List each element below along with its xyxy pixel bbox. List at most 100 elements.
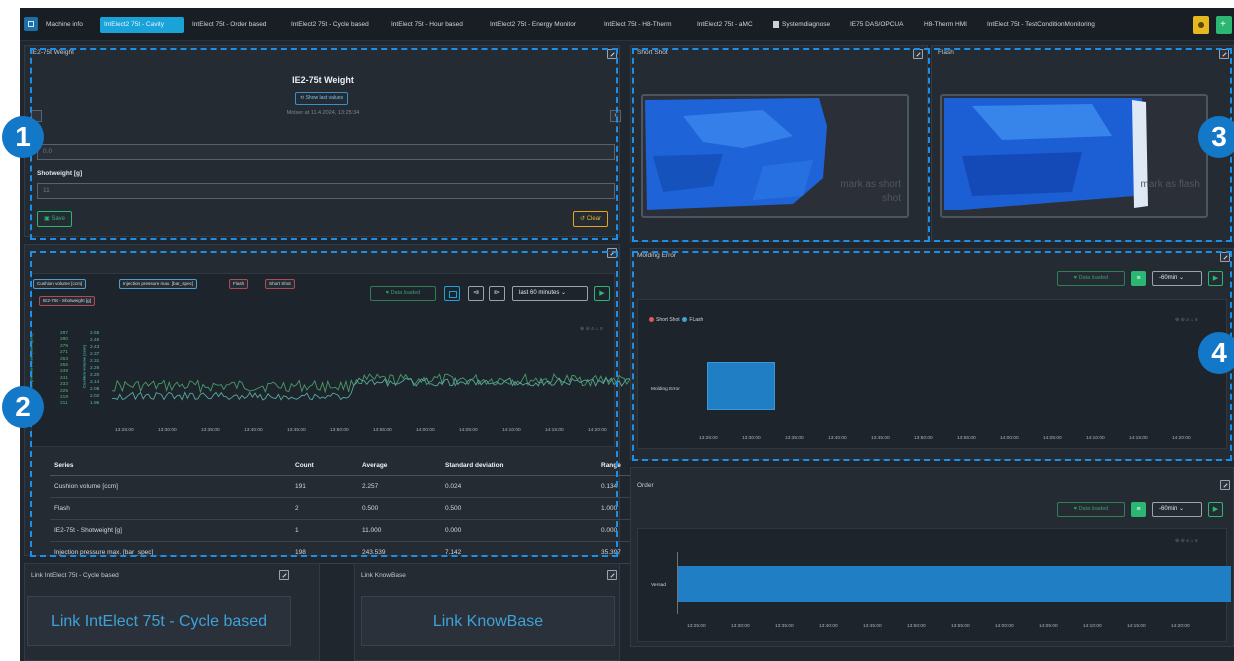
next-entry-button[interactable]: › (610, 110, 621, 122)
molding-list-button[interactable]: ≡ (1131, 271, 1146, 286)
user-button[interactable] (1193, 16, 1209, 34)
step-forward-button[interactable]: ⧐ (489, 286, 505, 301)
chip-flash[interactable]: Flash (229, 279, 249, 289)
home-icon[interactable]: ⌂ (595, 326, 598, 332)
expand-icon[interactable] (279, 570, 289, 580)
axis-tick-label: 13:25:00 (687, 624, 706, 629)
axis-tick-label: 2.46 (90, 338, 100, 343)
molding-play-button[interactable]: ▶ (1208, 271, 1223, 286)
cell: 198 (291, 541, 358, 564)
show-last-values-button[interactable]: ⟲ Show last values (295, 92, 349, 105)
tab-systemdiagnose[interactable]: Systemdiagnose (770, 17, 834, 33)
chip-shotweight[interactable]: IE2-75t - Shotweight [g] (39, 296, 96, 306)
cell: 243.539 (358, 541, 441, 564)
molding-data-loaded-button[interactable]: ♥ Data loaded (1057, 271, 1125, 286)
show-last-values-label: Show last values (305, 95, 344, 101)
cell: Cushion volume [ccm] (50, 475, 291, 498)
field-1-input[interactable]: 0.0 (37, 144, 615, 160)
axis-tick-label: 14:15:00 (545, 428, 564, 433)
order-range-select[interactable]: -60min ⌄ (1152, 502, 1202, 517)
expand-icon[interactable] (1220, 480, 1230, 490)
axis-tick-label: 14:20:00 (1171, 624, 1190, 629)
tab-order-based[interactable]: IntElect 75t - Order based (188, 17, 270, 33)
axis-tick-label: 13:45:00 (287, 428, 306, 433)
expand-icon[interactable] (607, 248, 617, 258)
axis-tick-label: 233 (60, 382, 69, 388)
panel-title: Link KnowBase (361, 572, 406, 579)
undo-icon: ↺ (580, 216, 587, 222)
tab-h8-therm[interactable]: IntElect 75t - H8-Therm (600, 17, 676, 33)
tab-amc[interactable]: IntElect2 75t - aMC (693, 17, 757, 33)
shotweight-input[interactable]: 11 (37, 183, 615, 199)
time-range-select[interactable]: last 60 minutes ⌄ (512, 286, 588, 301)
callout-badge-4: 4 (1198, 332, 1234, 374)
calendar-button[interactable] (444, 286, 460, 301)
expand-icon[interactable] (1220, 252, 1230, 262)
order-list-button[interactable]: ≡ (1131, 502, 1146, 517)
chip-short-shot[interactable]: Short Shot (265, 279, 295, 289)
save-button[interactable]: ▣ Save (37, 211, 73, 227)
link-cycle-based[interactable]: Link IntElect 75t - Cycle based (27, 596, 291, 646)
search-icon[interactable]: ⌕ (591, 326, 594, 332)
cell: 0.000 (441, 519, 597, 542)
expand-icon[interactable] (607, 49, 617, 59)
legend-item-short-shot[interactable]: Short Shot (649, 317, 680, 323)
chip-cushion-volume[interactable]: Cushion volume [ccm] (33, 279, 87, 289)
axis-tick-label: 14:10:00 (1086, 436, 1105, 441)
order-data-loaded-button[interactable]: ♥ Data loaded (1057, 502, 1125, 517)
molding-chart-toolbar: ⊕ ⊖ ⌕ ⌂ ≡ (1175, 317, 1198, 323)
axis-tick-label: 13:40:00 (244, 428, 263, 433)
expand-icon[interactable] (1219, 49, 1229, 59)
tab-cavity[interactable]: IntElect2 75t - Cavity (100, 17, 184, 33)
table-row: Injection pressure max. [bar_spec] 198 243… (50, 541, 633, 564)
menu-icon[interactable]: ≡ (600, 326, 603, 332)
home-icon[interactable]: ⌂ (1190, 538, 1193, 544)
tab-machine-info[interactable]: Machine info (42, 17, 87, 33)
home-icon[interactable]: ⌂ (1190, 317, 1193, 323)
legend-item-flash[interactable]: FLash (682, 317, 703, 323)
list-icon: ≡ (1136, 506, 1141, 513)
zoom-in-icon[interactable]: ⊕ (1175, 317, 1179, 323)
search-icon[interactable]: ⌕ (1186, 538, 1189, 544)
clear-button[interactable]: ↺ Clear (573, 211, 609, 227)
expand-icon[interactable] (913, 49, 923, 59)
grid-menu-icon[interactable] (24, 17, 38, 31)
tab-energy-monitor[interactable]: IntElect2 75t - Energy Monitor (486, 17, 580, 33)
cell: Flash (50, 497, 291, 520)
link-knowbase[interactable]: Link KnowBase (361, 596, 615, 646)
zoom-in-icon[interactable]: ⊕ (1175, 538, 1179, 544)
order-play-button[interactable]: ▶ (1208, 502, 1223, 517)
weight-panel: IE2-75t Weight IE2-75t Weight ⟲ Show las… (24, 45, 621, 237)
add-button[interactable]: + (1216, 16, 1232, 34)
tab-das-opcua[interactable]: IE75 DAS/OPCUA (846, 17, 907, 33)
flash-panel: Flash mark as flash (931, 45, 1234, 242)
tab-cycle-based[interactable]: IntElect2 75t - Cycle based (287, 17, 373, 33)
zoom-in-icon[interactable]: ⊕ (580, 326, 584, 332)
data-loaded-button[interactable]: ♥ Data loaded (370, 286, 436, 301)
shotweight-label: Shotweight [g] (37, 170, 83, 177)
axis-tick-label: 13:50:00 (914, 436, 933, 441)
zoom-out-icon[interactable]: ⊖ (586, 326, 590, 332)
play-button[interactable]: ▶ (594, 286, 610, 301)
molding-range-select[interactable]: -60min ⌄ (1152, 271, 1202, 286)
system-diagnose-icon (773, 21, 779, 28)
short-shot-image-button[interactable]: mark as short shot (641, 94, 909, 218)
expand-icon[interactable] (607, 570, 617, 580)
play-icon: ▶ (1212, 506, 1219, 513)
order-panel: Order ♥ Data loaded ≡ -60min ⌄ ▶ ⊕ ⊖ ⌕ ⌂… (630, 467, 1234, 647)
menu-icon[interactable]: ≡ (1195, 538, 1198, 544)
search-icon[interactable]: ⌕ (1186, 317, 1189, 323)
dashboard-app: Machine info IntElect2 75t - Cavity IntE… (20, 8, 1234, 661)
flash-image-button[interactable]: mark as flash (940, 94, 1208, 218)
zoom-out-icon[interactable]: ⊖ (1181, 538, 1185, 544)
tab-h8-therm-hmi[interactable]: H8-Therm HMI (920, 17, 971, 33)
step-back-button[interactable]: ⧏ (468, 286, 484, 301)
chip-injection-pressure[interactable]: Injection pressure max. [bar_spec] (119, 279, 198, 289)
tab-test-condition-monitoring[interactable]: IntElect 75t - TestConditionMonitoring (983, 17, 1099, 33)
axis-tick-label: 14:10:00 (1083, 624, 1102, 629)
zoom-out-icon[interactable]: ⊖ (1181, 317, 1185, 323)
save-label: Save (51, 216, 66, 222)
tab-hour-based[interactable]: IntElect 75t - Hour based (387, 17, 467, 33)
menu-icon[interactable]: ≡ (1195, 317, 1198, 323)
stats-table: Series Count Average Standard deviation … (50, 455, 633, 564)
